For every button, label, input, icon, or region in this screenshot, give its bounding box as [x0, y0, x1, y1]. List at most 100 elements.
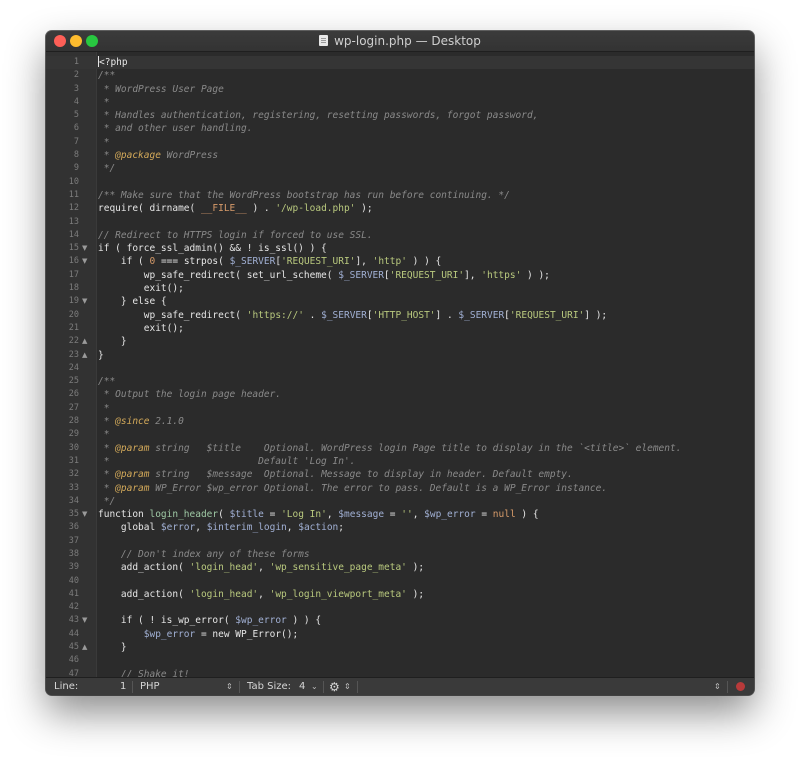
code-text[interactable]: * WordPress User Page: [98, 83, 224, 96]
fold-triangle-down-icon[interactable]: ▼: [82, 508, 90, 521]
symbol-updown-icon[interactable]: ⇕: [714, 678, 721, 695]
code-text[interactable]: * Output the login page header.: [98, 388, 281, 401]
code-text[interactable]: */: [98, 162, 115, 175]
code-line[interactable]: 22 ▲ }: [46, 335, 754, 348]
code-text[interactable]: *: [98, 428, 110, 441]
code-text[interactable]: if ( force_ssl_admin() && ! is_ssl() ) {: [98, 242, 327, 255]
code-text[interactable]: wp_safe_redirect( set_url_scheme( $_SERV…: [98, 269, 550, 282]
code-line[interactable]: 3 * WordPress User Page: [46, 83, 754, 96]
code-line[interactable]: 31 * Default 'Log In'.: [46, 455, 754, 468]
macro-record-icon[interactable]: [736, 682, 745, 691]
code-editor[interactable]: 1 <?php 2/** 3 * WordPress User Page 4 * 5 * …: [46, 52, 754, 680]
code-line[interactable]: 7 *: [46, 136, 754, 149]
code-line[interactable]: 27 *: [46, 402, 754, 415]
code-line[interactable]: 15 ▼ if ( force_ssl_admin() && ! is_ssl() …: [46, 242, 754, 255]
code-line[interactable]: 44 $wp_error = new WP_Error();: [46, 628, 754, 641]
code-text[interactable]: *: [98, 136, 110, 149]
code-text[interactable]: exit();: [98, 282, 184, 295]
code-line[interactable]: 5 * Handles authentication, registering,…: [46, 109, 754, 122]
code-line[interactable]: 39 add_action( 'login_head', 'wp_sensiti…: [46, 561, 754, 574]
tab-size-value[interactable]: 4: [299, 678, 305, 695]
code-text[interactable]: // Don't index any of these forms: [98, 548, 310, 561]
code-lines[interactable]: 1 <?php 2/** 3 * WordPress User Page 4 * 5 * …: [46, 56, 754, 681]
code-text[interactable]: * @param WP_Error $wp_error Optional. Th…: [98, 482, 607, 495]
code-line[interactable]: 41 add_action( 'login_head', 'wp_login_v…: [46, 588, 754, 601]
fold-triangle-up-icon[interactable]: ▲: [82, 641, 90, 654]
fold-triangle-down-icon[interactable]: ▼: [82, 242, 90, 255]
code-line[interactable]: 9 */: [46, 162, 754, 175]
language-updown-icon[interactable]: ⇕: [226, 678, 233, 695]
title-bar[interactable]: wp-login.php — Desktop: [46, 31, 754, 52]
code-line[interactable]: 17 wp_safe_redirect( set_url_scheme( $_S…: [46, 269, 754, 282]
gear-icon[interactable]: ⚙: [329, 678, 340, 695]
code-text[interactable]: <?php: [98, 56, 128, 69]
code-line[interactable]: 28 * @since 2.1.0: [46, 415, 754, 428]
code-line[interactable]: 25 /**: [46, 375, 754, 388]
code-text[interactable]: * @package WordPress: [98, 149, 218, 162]
code-line[interactable]: 10: [46, 176, 754, 189]
code-text[interactable]: * @since 2.1.0: [98, 415, 184, 428]
code-line[interactable]: 24: [46, 362, 754, 375]
code-line[interactable]: 21 exit();: [46, 322, 754, 335]
code-text[interactable]: add_action( 'login_head', 'wp_login_view…: [98, 588, 424, 601]
code-text[interactable]: * @param string $title Optional. WordPre…: [98, 442, 682, 455]
settings-updown-icon[interactable]: ⇕: [344, 678, 351, 695]
code-line[interactable]: 36 global $error, $interim_login, $actio…: [46, 521, 754, 534]
code-text[interactable]: * Default 'Log In'.: [98, 455, 356, 468]
code-line[interactable]: 30 * @param string $title Optional. Word…: [46, 442, 754, 455]
code-line[interactable]: 8 * @package WordPress: [46, 149, 754, 162]
code-text[interactable]: if ( 0 === strpos( $_SERVER['REQUEST_URI…: [98, 255, 441, 268]
code-text[interactable]: $wp_error = new WP_Error();: [98, 628, 298, 641]
fold-triangle-down-icon[interactable]: ▼: [82, 295, 90, 308]
line-number-field[interactable]: 1: [120, 678, 126, 695]
code-line[interactable]: 35 ▼ function login_header( $title = 'Log …: [46, 508, 754, 521]
code-line[interactable]: 16 ▼ if ( 0 === strpos( $_SERVER['REQUEST…: [46, 255, 754, 268]
code-line[interactable]: 40: [46, 575, 754, 588]
code-text[interactable]: *: [98, 96, 110, 109]
code-line[interactable]: 11 /** Make sure that the WordPress boots…: [46, 189, 754, 202]
code-line[interactable]: 23 ▲}: [46, 349, 754, 362]
fold-triangle-up-icon[interactable]: ▲: [82, 335, 90, 348]
code-line[interactable]: 12 require( dirname( __FILE__ ) . '/wp-lo…: [46, 202, 754, 215]
code-text[interactable]: *: [98, 402, 110, 415]
code-text[interactable]: /**: [98, 375, 115, 388]
code-line[interactable]: 37: [46, 535, 754, 548]
code-line[interactable]: 14 // Redirect to HTTPS login if forced t…: [46, 229, 754, 242]
code-line[interactable]: 4 *: [46, 96, 754, 109]
code-line[interactable]: 45 ▲ }: [46, 641, 754, 654]
code-text[interactable]: * Handles authentication, registering, r…: [98, 109, 539, 122]
code-line[interactable]: 1 <?php: [46, 56, 754, 70]
code-text[interactable]: /**: [98, 69, 115, 82]
code-line[interactable]: 46: [46, 654, 754, 667]
code-line[interactable]: 6 * and other user handling.: [46, 122, 754, 135]
chevron-down-icon[interactable]: ⌄: [311, 678, 318, 695]
code-line[interactable]: 13: [46, 216, 754, 229]
code-line[interactable]: 42: [46, 601, 754, 614]
code-line[interactable]: 2 /**: [46, 69, 754, 82]
code-line[interactable]: 32 * @param string $message Optional. Me…: [46, 468, 754, 481]
code-line[interactable]: 43 ▼ if ( ! is_wp_error( $wp_error ) ) {: [46, 614, 754, 627]
code-text[interactable]: global $error, $interim_login, $action;: [98, 521, 344, 534]
code-text[interactable]: } else {: [98, 295, 167, 308]
fold-triangle-down-icon[interactable]: ▼: [82, 614, 90, 627]
code-line[interactable]: 34 */: [46, 495, 754, 508]
code-line[interactable]: 20 wp_safe_redirect( 'https://' . $_SERV…: [46, 309, 754, 322]
code-text[interactable]: // Redirect to HTTPS login if forced to …: [98, 229, 373, 242]
fold-triangle-down-icon[interactable]: ▼: [82, 255, 90, 268]
code-text[interactable]: }: [98, 641, 127, 654]
code-text[interactable]: }: [98, 335, 127, 348]
code-text[interactable]: /** Make sure that the WordPress bootstr…: [98, 189, 510, 202]
code-line[interactable]: 18 exit();: [46, 282, 754, 295]
code-text[interactable]: */: [98, 495, 115, 508]
code-line[interactable]: 26 * Output the login page header.: [46, 388, 754, 401]
code-line[interactable]: 29 *: [46, 428, 754, 441]
code-text[interactable]: * and other user handling.: [98, 122, 253, 135]
language-selector[interactable]: PHP: [140, 678, 160, 695]
code-text[interactable]: require( dirname( __FILE__ ) . '/wp-load…: [98, 202, 373, 215]
code-text[interactable]: wp_safe_redirect( 'https://' . $_SERVER[…: [98, 309, 607, 322]
code-text[interactable]: * @param string $message Optional. Messa…: [98, 468, 573, 481]
code-line[interactable]: 33 * @param WP_Error $wp_error Optional.…: [46, 482, 754, 495]
code-text[interactable]: }: [98, 349, 104, 362]
code-text[interactable]: exit();: [98, 322, 184, 335]
code-text[interactable]: if ( ! is_wp_error( $wp_error ) ) {: [98, 614, 321, 627]
